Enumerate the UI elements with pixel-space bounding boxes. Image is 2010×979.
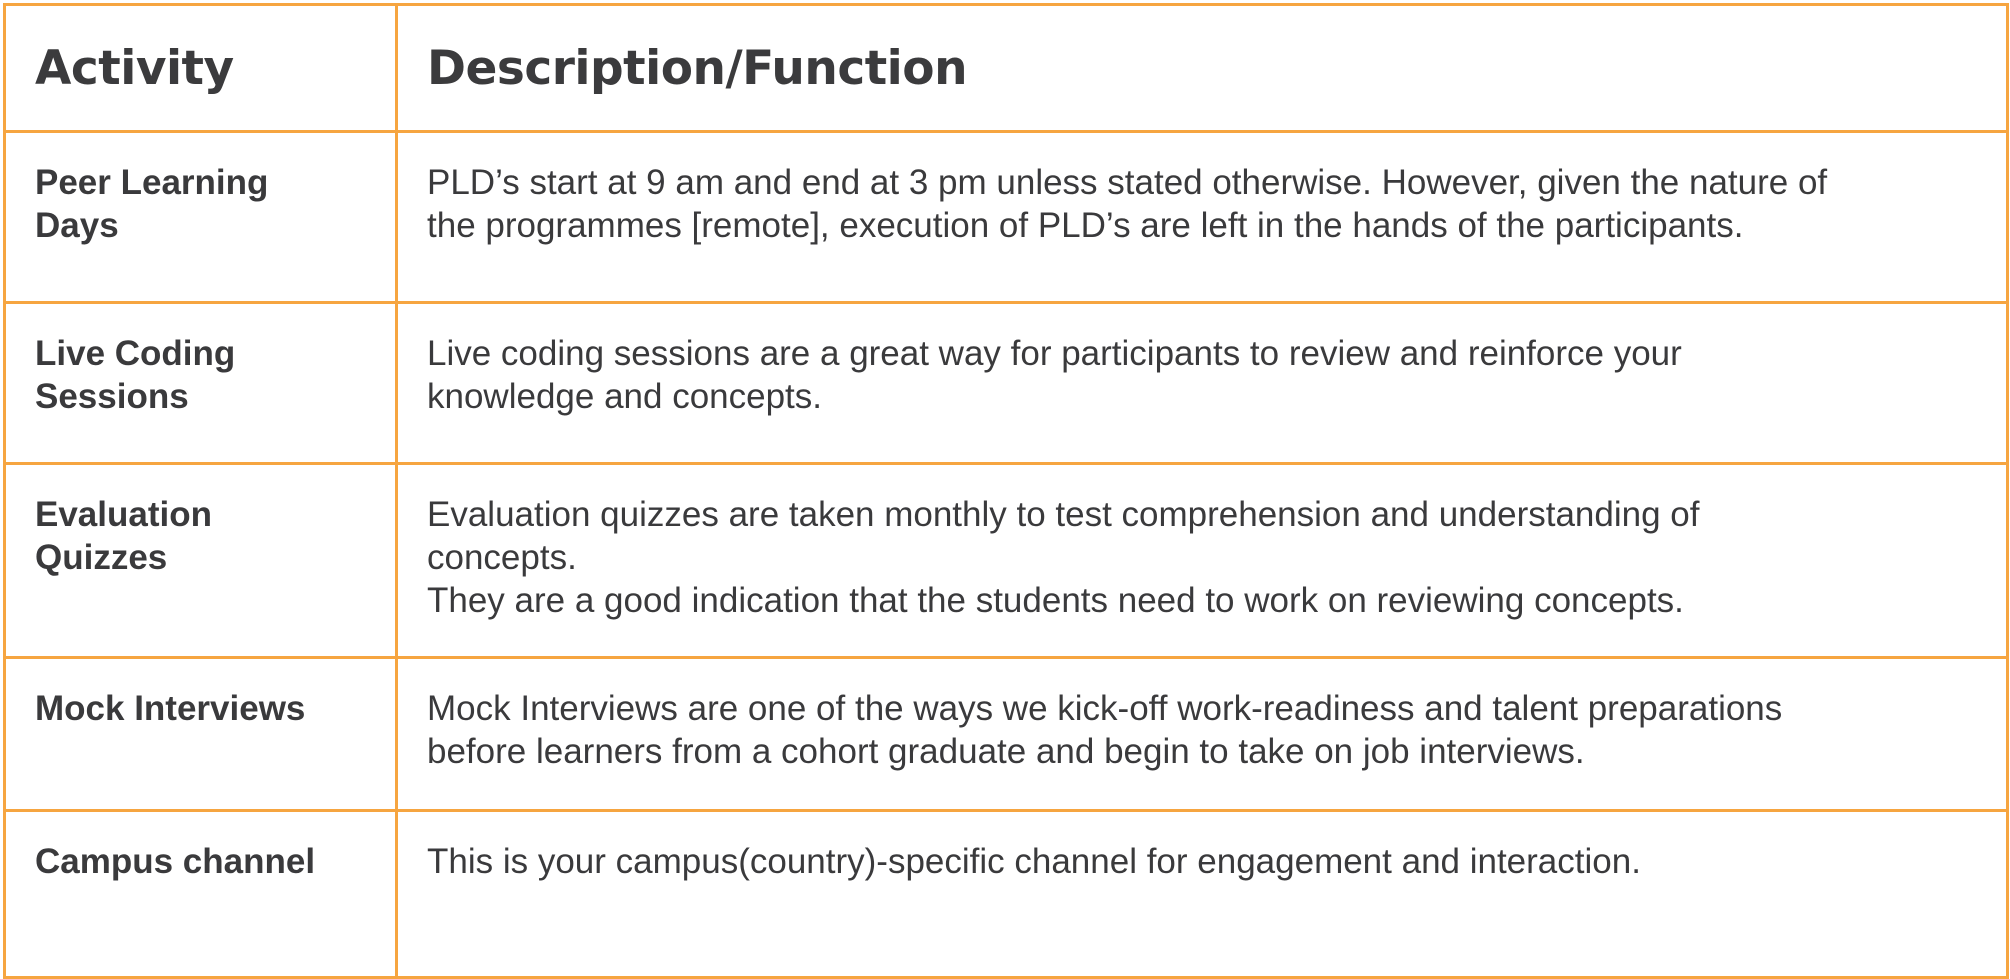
activity-cell-peer-learning-days: Peer Learning Days xyxy=(3,130,398,304)
table-header-row: Activity Description/Function xyxy=(3,3,2009,133)
description-line: PLD’s start at 9 am and end at 3 pm unle… xyxy=(427,163,1828,202)
activity-cell-mock-interviews: Mock Interviews xyxy=(3,656,398,812)
description-line: Evaluation quizzes are taken monthly to … xyxy=(427,495,1700,534)
description-cell-peer-learning-days: PLD’s start at 9 am and end at 3 pm unle… xyxy=(395,130,2009,304)
table-row: Live Coding Sessions Live coding session… xyxy=(3,301,2009,465)
description-cell-evaluation-quizzes: Evaluation quizzes are taken monthly to … xyxy=(395,462,2009,659)
activity-label-line: Sessions xyxy=(35,377,189,416)
description-line: before learners from a cohort graduate a… xyxy=(427,732,1585,771)
description-line: the programmes [remote], execution of PL… xyxy=(427,206,1744,245)
header-description-label: Description/Function xyxy=(427,40,968,96)
activity-cell-live-coding-sessions: Live Coding Sessions xyxy=(3,301,398,465)
activity-table: Activity Description/Function Peer Learn… xyxy=(3,3,2009,979)
activity-cell-campus-channel: Campus channel xyxy=(3,809,398,979)
description-line: This is your campus(country)-specific ch… xyxy=(427,842,1641,881)
activity-label-line: Evaluation xyxy=(35,495,212,534)
table-row: Campus channel This is your campus(count… xyxy=(3,809,2009,979)
header-description: Description/Function xyxy=(395,3,2009,133)
description-cell-mock-interviews: Mock Interviews are one of the ways we k… xyxy=(395,656,2009,812)
activity-table-container: Activity Description/Function Peer Learn… xyxy=(3,3,2009,979)
description-line: Live coding sessions are a great way for… xyxy=(427,334,1682,373)
activity-cell-evaluation-quizzes: Evaluation Quizzes xyxy=(3,462,398,659)
activity-label-line: Live Coding xyxy=(35,334,236,373)
description-line: knowledge and concepts. xyxy=(427,377,822,416)
description-cell-live-coding-sessions: Live coding sessions are a great way for… xyxy=(395,301,2009,465)
description-cell-campus-channel: This is your campus(country)-specific ch… xyxy=(395,809,2009,979)
activity-label-line: Days xyxy=(35,206,119,245)
activity-label-line: Mock Interviews xyxy=(35,689,306,728)
header-activity: Activity xyxy=(3,3,398,133)
description-line: Mock Interviews are one of the ways we k… xyxy=(427,689,1783,728)
table-row: Mock Interviews Mock Interviews are one … xyxy=(3,656,2009,812)
activity-label-line: Peer Learning xyxy=(35,163,269,202)
header-activity-label: Activity xyxy=(35,40,234,96)
activity-label-line: Quizzes xyxy=(35,538,168,577)
table-row: Peer Learning Days PLD’s start at 9 am a… xyxy=(3,130,2009,304)
description-line: They are a good indication that the stud… xyxy=(427,581,1684,620)
description-line: concepts. xyxy=(427,538,577,577)
activity-label-line: Campus channel xyxy=(35,842,316,881)
table-row: Evaluation Quizzes Evaluation quizzes ar… xyxy=(3,462,2009,659)
